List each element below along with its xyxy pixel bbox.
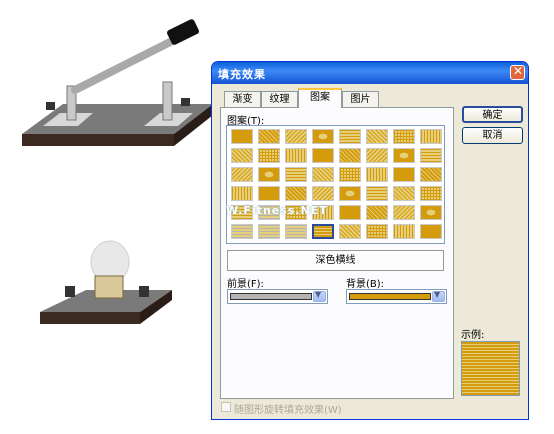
close-button[interactable]: ✕	[510, 64, 525, 80]
bulb-base-front	[40, 312, 140, 324]
pattern-name: 深色横线	[315, 255, 356, 266]
pattern-swatch[interactable]	[393, 186, 415, 201]
pattern-swatch[interactable]	[231, 148, 253, 163]
pattern-swatch[interactable]	[285, 148, 307, 163]
pattern-swatch[interactable]	[285, 224, 307, 239]
pattern-name-display: 深色横线	[227, 250, 444, 271]
foreground-label: 前景(F):	[227, 279, 264, 290]
pattern-swatch[interactable]	[231, 224, 253, 239]
tab-label: 图案	[310, 92, 330, 103]
tab-label: 图片	[350, 94, 371, 105]
pattern-swatch[interactable]	[393, 129, 415, 144]
chevron-down-icon[interactable]: ▼	[432, 290, 445, 302]
pattern-swatch[interactable]	[231, 186, 253, 201]
pattern-swatch[interactable]	[393, 224, 415, 239]
tab-pattern[interactable]: 图案	[298, 88, 342, 108]
foreground-color-dropdown[interactable]: ▼	[227, 289, 328, 304]
ok-button-label: 确定	[482, 110, 503, 121]
dialog-title: 填充效果	[218, 68, 266, 81]
pattern-swatch[interactable]	[420, 205, 442, 220]
pattern-swatch[interactable]	[339, 205, 361, 220]
background-label: 背景(B):	[346, 279, 385, 290]
preview-label: 示例:	[461, 330, 485, 341]
terminal-screw-right	[181, 98, 190, 106]
pattern-swatch[interactable]	[339, 148, 361, 163]
preview-swatch	[461, 341, 520, 396]
watermark-text: W.Fitness.NET	[226, 204, 328, 217]
pattern-swatch[interactable]	[285, 167, 307, 182]
background-color-swatch	[349, 293, 431, 300]
switch-base-front	[22, 134, 174, 146]
terminal-screw-left	[46, 102, 55, 110]
terminal-screw-right	[139, 286, 149, 297]
pattern-swatch[interactable]	[393, 205, 415, 220]
pattern-swatch[interactable]	[312, 224, 334, 239]
pattern-swatch[interactable]	[366, 224, 388, 239]
pattern-swatch[interactable]	[420, 167, 442, 182]
cancel-button-label: 取消	[482, 130, 503, 141]
pattern-swatch[interactable]	[258, 148, 280, 163]
pattern-swatch[interactable]	[258, 167, 280, 182]
switch-handle	[167, 19, 199, 45]
chevron-down-icon[interactable]: ▼	[313, 290, 326, 302]
rotate-with-shape-label: 随图形旋转填充效果(W)	[234, 405, 342, 416]
pattern-swatch[interactable]	[312, 167, 334, 182]
pattern-swatch[interactable]	[231, 167, 253, 182]
pattern-swatch[interactable]	[285, 186, 307, 201]
ok-button[interactable]: 确定	[462, 106, 523, 123]
pattern-swatch[interactable]	[312, 186, 334, 201]
close-icon: ✕	[513, 64, 524, 78]
title-bar[interactable]: 填充效果 ✕	[212, 62, 528, 84]
terminal-screw-left	[65, 286, 75, 297]
tab-texture[interactable]: 纹理	[261, 91, 298, 107]
pattern-swatch[interactable]	[366, 148, 388, 163]
tab-label: 渐变	[232, 94, 253, 105]
background-color-dropdown[interactable]: ▼	[346, 289, 447, 304]
switch-post-right	[162, 81, 173, 121]
pattern-swatch[interactable]	[231, 129, 253, 144]
pattern-swatch[interactable]	[285, 129, 307, 144]
tab-label: 纹理	[269, 94, 290, 105]
pattern-swatch[interactable]	[258, 186, 280, 201]
bulb-holder	[40, 240, 172, 324]
bulb-socket	[94, 275, 124, 299]
pattern-swatch[interactable]	[366, 186, 388, 201]
knife-switch	[22, 19, 213, 146]
pattern-swatch[interactable]	[393, 148, 415, 163]
pattern-swatch[interactable]	[339, 129, 361, 144]
pattern-swatch[interactable]	[420, 129, 442, 144]
pattern-swatch[interactable]	[258, 129, 280, 144]
pattern-swatch[interactable]	[366, 205, 388, 220]
rotate-with-shape-checkbox[interactable]	[221, 402, 231, 412]
pattern-swatch[interactable]	[366, 167, 388, 182]
pattern-swatch[interactable]	[420, 148, 442, 163]
pattern-swatch[interactable]	[312, 148, 334, 163]
foreground-color-swatch	[230, 293, 312, 300]
tab-picture[interactable]: 图片	[342, 91, 379, 107]
tab-gradient[interactable]: 渐变	[224, 91, 261, 107]
cancel-button[interactable]: 取消	[462, 127, 523, 144]
pattern-grid	[226, 125, 445, 244]
fill-effects-dialog: 填充效果 ✕ 渐变 纹理 图案 图片 图案(T): W.Fitness.NET …	[211, 61, 529, 420]
pattern-swatch[interactable]	[258, 224, 280, 239]
pattern-swatch[interactable]	[420, 186, 442, 201]
pattern-swatch[interactable]	[312, 129, 334, 144]
pattern-swatch[interactable]	[339, 224, 361, 239]
pattern-swatch[interactable]	[339, 167, 361, 182]
pattern-swatch[interactable]	[393, 167, 415, 182]
pattern-swatch[interactable]	[339, 186, 361, 201]
pattern-swatch[interactable]	[366, 129, 388, 144]
pattern-swatch[interactable]	[420, 224, 442, 239]
